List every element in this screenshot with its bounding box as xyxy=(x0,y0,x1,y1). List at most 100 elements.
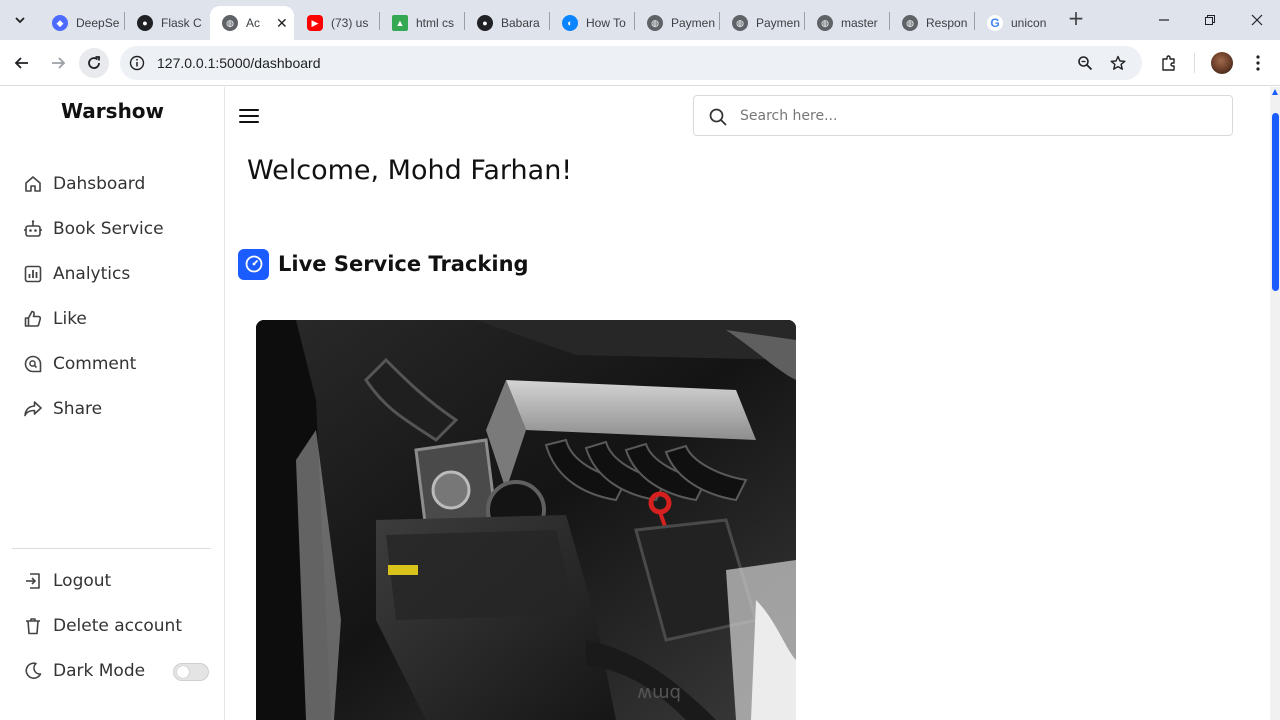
tab-title: Ac xyxy=(246,16,261,30)
tab-search-button[interactable] xyxy=(8,8,32,32)
arrow-right-icon xyxy=(52,57,66,69)
browser-tab[interactable]: ◍ Paymen xyxy=(720,6,804,40)
browser-tab[interactable]: ● Babara xyxy=(465,6,549,40)
tab-title: Paymen xyxy=(756,16,800,30)
reload-icon xyxy=(88,56,100,69)
sidebar-item-comment[interactable]: Comment xyxy=(22,349,136,379)
search-icon[interactable] xyxy=(708,107,728,127)
logout-icon xyxy=(22,570,44,592)
puzzle-icon xyxy=(1162,55,1175,71)
browser-menu-button[interactable] xyxy=(1246,51,1270,75)
scrollbar-thumb[interactable] xyxy=(1272,113,1279,291)
sidebar-item-label: Dahsboard xyxy=(53,174,146,194)
browser-tab[interactable]: ◆ DeepSe xyxy=(40,6,124,40)
tab-title: Paymen xyxy=(671,16,715,30)
sidebar-item-label: Analytics xyxy=(53,264,131,284)
sidebar-item-label: Like xyxy=(53,309,87,329)
address-bar[interactable]: 127.0.0.1:5000/dashboard xyxy=(120,46,1142,80)
browser-tab[interactable]: ▶ (73) us xyxy=(295,6,379,40)
sidebar-item-analytics[interactable]: Analytics xyxy=(22,259,130,289)
close-icon[interactable]: ✕ xyxy=(276,15,288,32)
delete-account-button[interactable]: Delete account xyxy=(22,611,182,641)
globe-icon: ◍ xyxy=(817,15,833,31)
browser-toolbar: 127.0.0.1:5000/dashboard xyxy=(0,40,1280,86)
tab-title: Respon xyxy=(926,16,968,30)
live-tracking-header: Live Service Tracking xyxy=(238,248,529,280)
home-icon xyxy=(22,173,44,195)
browser-tab[interactable]: ◍ master xyxy=(805,6,889,40)
minimize-icon xyxy=(1159,19,1169,21)
dark-mode-toggle[interactable] xyxy=(173,663,209,681)
sidebar-item-share[interactable]: Share xyxy=(22,394,102,424)
globe-icon: ◍ xyxy=(732,15,748,31)
sidebar-item-book-service[interactable]: Book Service xyxy=(22,214,164,244)
extensions-button[interactable] xyxy=(1157,51,1181,75)
browser-tab[interactable]: ◍ Paymen xyxy=(635,6,719,40)
robot-icon xyxy=(22,218,44,240)
info-icon[interactable] xyxy=(128,54,146,72)
restore-button[interactable] xyxy=(1198,8,1222,32)
welcome-heading: Welcome, Mohd Farhan! xyxy=(247,155,573,186)
tab-title: DeepSe xyxy=(76,16,120,30)
zoom-icon[interactable] xyxy=(1076,54,1094,72)
url-text[interactable]: 127.0.0.1:5000/dashboard xyxy=(157,55,320,71)
new-tab-button[interactable]: + xyxy=(1066,8,1086,29)
github-icon: ● xyxy=(477,15,493,31)
restore-icon xyxy=(1205,15,1215,25)
tab-title: master xyxy=(841,16,878,30)
google-drive-icon: ▲ xyxy=(392,15,408,31)
browser-tab[interactable]: ◐ How To xyxy=(550,6,634,40)
browser-tab[interactable]: G unicon xyxy=(975,6,1059,40)
logout-label: Logout xyxy=(53,571,112,591)
sidebar-divider xyxy=(12,548,211,549)
reload-button[interactable] xyxy=(79,48,109,78)
tab-title: (73) us xyxy=(331,16,369,30)
speedometer-icon xyxy=(238,248,269,280)
engine-bay-photo: bmw xyxy=(256,320,796,720)
browser-tab[interactable]: ◍ Respon xyxy=(890,6,974,40)
dashboard-page: Warshow Dahsboard Book Service Analytics… xyxy=(0,87,1280,720)
section-title: Live Service Tracking xyxy=(278,252,529,276)
deepseek-icon: ◆ xyxy=(52,15,68,31)
tab-title: How To xyxy=(586,16,626,30)
flask-icon: ● xyxy=(137,15,153,31)
arrow-left-icon xyxy=(14,57,28,69)
chevron-down-icon xyxy=(15,17,25,24)
sidebar: Warshow Dahsboard Book Service Analytics… xyxy=(0,87,225,720)
globe-icon: ◍ xyxy=(902,15,918,31)
page-scrollbar[interactable] xyxy=(1270,87,1280,720)
hamburger-menu-icon[interactable] xyxy=(238,107,260,125)
svg-text:bmw: bmw xyxy=(637,683,681,704)
share-icon xyxy=(22,398,44,420)
trash-icon xyxy=(22,615,44,637)
thumbs-up-icon xyxy=(22,308,44,330)
logout-button[interactable]: Logout xyxy=(22,566,111,596)
more-vert-icon xyxy=(1256,55,1260,71)
tab-title: Babara xyxy=(501,16,540,30)
minimize-button[interactable] xyxy=(1152,8,1176,32)
brand-logo[interactable]: Warshow xyxy=(0,99,225,123)
search-input[interactable] xyxy=(740,105,1210,127)
browser-tab-strip: ◆ DeepSe ● Flask C ◍ Ac ✕ ▶ (73) us ▲ ht… xyxy=(0,0,1280,40)
sidebar-item-label: Comment xyxy=(53,354,137,374)
bar-chart-icon xyxy=(22,263,44,285)
youtube-icon: ▶ xyxy=(307,15,323,31)
browser-tab[interactable]: ● Flask C xyxy=(125,6,209,40)
sidebar-item-label: Book Service xyxy=(53,219,164,239)
close-icon xyxy=(1251,14,1263,26)
toggle-knob xyxy=(177,666,189,678)
sidebar-item-dashboard[interactable]: Dahsboard xyxy=(22,169,145,199)
close-window-button[interactable] xyxy=(1245,8,1269,32)
sidebar-item-like[interactable]: Like xyxy=(22,304,87,334)
browser-tab-active[interactable]: ◍ Ac ✕ xyxy=(210,6,294,40)
back-button[interactable] xyxy=(10,51,34,75)
scroll-up-arrow[interactable] xyxy=(1272,89,1278,95)
tab-title: Flask C xyxy=(161,16,202,30)
tab-title: unicon xyxy=(1011,16,1047,30)
forward-button[interactable] xyxy=(46,51,70,75)
profile-avatar[interactable] xyxy=(1211,52,1233,74)
bookmark-star-icon[interactable] xyxy=(1109,54,1127,72)
tab-title: html cs xyxy=(416,16,455,30)
google-icon: G xyxy=(987,15,1003,31)
browser-tab[interactable]: ▲ html cs xyxy=(380,6,464,40)
